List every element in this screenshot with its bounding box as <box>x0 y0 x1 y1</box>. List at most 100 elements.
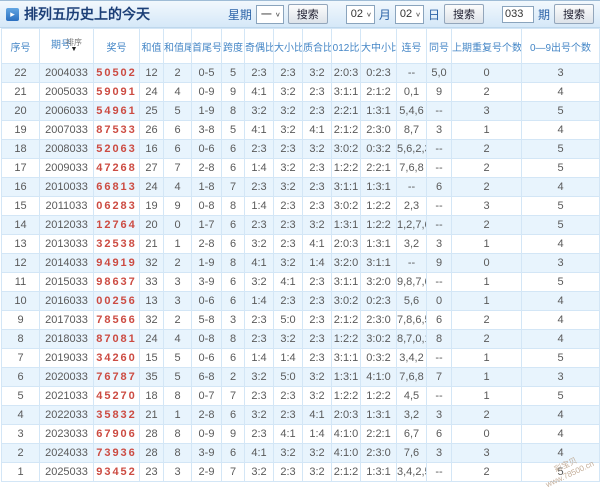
table-cell: 0 <box>452 254 522 273</box>
table-cell: 2013033 <box>40 235 94 254</box>
table-cell: 15 <box>2 197 40 216</box>
table-cell: 3 <box>427 121 452 140</box>
prize-number-cell: 87081 <box>94 330 140 349</box>
prize-number-cell: 12764 <box>94 216 140 235</box>
table-cell: 27 <box>140 159 164 178</box>
table-cell: 8 <box>164 444 192 463</box>
table-cell: 2:3 <box>303 311 332 330</box>
table-cell: 3-9 <box>192 444 222 463</box>
table-cell: 2010033 <box>40 178 94 197</box>
column-header-4: 和值 <box>140 29 164 64</box>
table-row: 72019033342601550-661:41:42:33:1:10:3:23… <box>2 349 600 368</box>
issue-search-button[interactable]: 搜索 <box>554 4 594 24</box>
table-cell: 6 <box>164 140 192 159</box>
table-cell: 1:4 <box>274 349 303 368</box>
table-cell: 35 <box>140 368 164 387</box>
table-cell: 7,6,8 <box>397 159 427 178</box>
table-cell: 6 <box>164 121 192 140</box>
sort-button[interactable]: 排序▼ <box>66 39 82 53</box>
table-cell: 19 <box>140 197 164 216</box>
table-cell: 16 <box>140 140 164 159</box>
table-cell: 3:2 <box>274 102 303 121</box>
table-cell: 4 <box>522 235 600 254</box>
table-cell: -- <box>427 140 452 159</box>
table-cell: 2:3 <box>303 178 332 197</box>
table-cell: 1 <box>2 463 40 482</box>
table-cell: 5 <box>522 387 600 406</box>
table-cell: 0-6 <box>192 140 222 159</box>
title-bar: ▸ 排列五历史上的今天 星期 一 ∨ 搜索 02 ∨ 月 02 ∨ 日 搜索 期… <box>0 0 600 28</box>
table-cell: 8 <box>222 254 245 273</box>
table-cell: 3:2 <box>274 83 303 102</box>
table-cell: 2 <box>452 311 522 330</box>
table-cell: 2:3 <box>303 273 332 292</box>
table-cell: 1 <box>452 235 522 254</box>
table-cell: 2019033 <box>40 349 94 368</box>
table-cell: 1:3:1 <box>361 463 397 482</box>
table-cell: 8,7,0,1 <box>397 330 427 349</box>
table-cell: 2:3 <box>245 425 274 444</box>
issue-input[interactable] <box>502 6 534 23</box>
week-select[interactable]: 一 ∨ <box>256 5 284 24</box>
table-cell: 3:1:1 <box>332 83 361 102</box>
table-cell: 2:3 <box>274 235 303 254</box>
table-cell: 8 <box>222 330 245 349</box>
table-cell: 2:3:0 <box>361 311 397 330</box>
table-cell: 2:3 <box>245 140 274 159</box>
table-row: 212005033590912440-994:13:22:33:1:12:1:2… <box>2 83 600 102</box>
table-cell: 5 <box>164 368 192 387</box>
table-cell: 4 <box>522 311 600 330</box>
column-header-14: 同号 <box>427 29 452 64</box>
table-cell: 4 <box>2 406 40 425</box>
table-cell: 1:3:1 <box>361 178 397 197</box>
table-cell: 1-9 <box>192 102 222 121</box>
column-header-6: 首尾号 <box>192 29 222 64</box>
table-cell: 3 <box>452 102 522 121</box>
table-cell: 1:4 <box>303 425 332 444</box>
table-cell: 2020033 <box>40 368 94 387</box>
table-cell: 3,2 <box>397 406 427 425</box>
table-cell: 1,2,7,6 <box>397 216 427 235</box>
table-cell: -- <box>427 216 452 235</box>
table-cell: 0:2:3 <box>361 292 397 311</box>
table-cell: 1:2:2 <box>332 159 361 178</box>
table-cell: 4:1 <box>274 425 303 444</box>
table-cell: -- <box>397 178 427 197</box>
table-cell: 28 <box>140 425 164 444</box>
table-cell: 2014033 <box>40 254 94 273</box>
table-cell: 1:3:1 <box>361 235 397 254</box>
table-cell: -- <box>427 387 452 406</box>
column-header-9: 大小比 <box>274 29 303 64</box>
prize-number-cell: 47268 <box>94 159 140 178</box>
table-row: 62020033767873556-823:25:03:21:3:14:1:07… <box>2 368 600 387</box>
table-row: 202006033549612551-983:23:22:32:2:11:3:1… <box>2 102 600 121</box>
column-header-10: 质合比 <box>303 29 332 64</box>
table-cell: 5 <box>522 102 600 121</box>
table-cell: 15 <box>140 349 164 368</box>
table-cell: 6 <box>427 178 452 197</box>
table-cell: 0-8 <box>192 330 222 349</box>
date-search-button[interactable]: 搜索 <box>444 4 484 24</box>
table-cell: 6-8 <box>192 368 222 387</box>
table-cell: 2005033 <box>40 83 94 102</box>
table-cell: 5 <box>522 463 600 482</box>
table-cell: 21 <box>2 83 40 102</box>
table-cell: 8 <box>2 330 40 349</box>
table-cell: 4:1 <box>303 121 332 140</box>
table-cell: 3:1:1 <box>332 349 361 368</box>
week-search-button[interactable]: 搜索 <box>288 4 328 24</box>
month-select[interactable]: 02 ∨ <box>346 5 375 24</box>
prize-number-cell: 00256 <box>94 292 140 311</box>
table-cell: 2 <box>452 159 522 178</box>
table-cell: 3:2 <box>245 463 274 482</box>
table-cell: 2 <box>222 368 245 387</box>
table-cell: 6,7 <box>397 425 427 444</box>
table-cell: 2:0:3 <box>332 235 361 254</box>
table-cell: 1 <box>452 273 522 292</box>
table-cell: 0-6 <box>192 292 222 311</box>
table-cell: 23 <box>140 463 164 482</box>
table-cell: 3:2 <box>245 273 274 292</box>
table-cell: 2:2:1 <box>332 102 361 121</box>
table-cell: 3-8 <box>192 121 222 140</box>
day-select[interactable]: 02 ∨ <box>395 5 424 24</box>
